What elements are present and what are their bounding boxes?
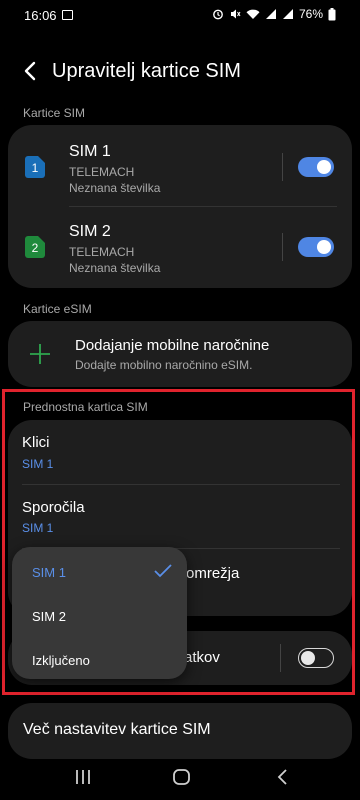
calls-value: SIM 1 (22, 457, 54, 471)
header: Upravitelj kartice SIM (0, 50, 360, 92)
sim2-number: Neznana številka (69, 261, 161, 275)
sim1-card-icon: 1 (25, 156, 45, 178)
sim2-toggle[interactable] (298, 237, 334, 257)
messages-row[interactable]: Sporočila SIM 1 (8, 485, 352, 547)
check-icon (154, 564, 172, 578)
status-time: 16:06 (24, 8, 57, 23)
gallery-notification-icon (62, 10, 73, 20)
signal-sim1-icon (265, 9, 276, 19)
battery-icon (328, 7, 336, 20)
sim-row-2[interactable]: 2 SIM 2 TELEMACH Neznana številka (8, 207, 352, 287)
mute-icon (230, 9, 241, 19)
dropdown-option-label: SIM 1 (32, 565, 66, 580)
dropdown-option-off[interactable]: Izključeno (12, 637, 187, 681)
plus-icon (30, 344, 50, 364)
sim2-badge-number: 2 (32, 241, 39, 255)
signal-sim2-icon (282, 9, 293, 19)
sim-row-1[interactable]: 1 SIM 1 TELEMACH Neznana številka (8, 127, 352, 207)
mobile-data-title-partial: atkov (184, 649, 220, 666)
section-label-esim: Kartice eSIM (23, 302, 92, 316)
section-label-sim-cards: Kartice SIM (23, 106, 86, 120)
toggle-separator (282, 233, 283, 261)
calls-title: Klici (22, 434, 50, 451)
page-title: Upravitelj kartice SIM (52, 60, 241, 82)
sim1-toggle[interactable] (298, 157, 334, 177)
sim1-name: SIM 1 (69, 143, 111, 160)
dropdown-option-sim2[interactable]: SIM 2 (12, 593, 187, 637)
sim1-number: Neznana številka (69, 181, 161, 195)
more-sim-settings-label: Več nastavitev kartice SIM (23, 721, 211, 738)
mobile-data-toggle[interactable] (298, 648, 334, 668)
add-esim-card[interactable]: Dodajanje mobilne naročnine Dodajte mobi… (8, 321, 352, 387)
sim2-name: SIM 2 (69, 223, 111, 240)
status-icons: 76% (212, 7, 336, 21)
sim1-carrier: TELEMACH (69, 165, 135, 179)
messages-value: SIM 1 (22, 521, 54, 535)
sim-cards-card: 1 SIM 1 TELEMACH Neznana številka 2 SIM … (8, 125, 352, 288)
sim1-badge-number: 1 (32, 161, 39, 175)
sim2-card-icon: 2 (25, 236, 45, 258)
navigation-bar (0, 752, 360, 800)
sim2-carrier: TELEMACH (69, 245, 135, 259)
back-nav-icon[interactable] (272, 766, 294, 788)
battery-percent: 76% (298, 7, 323, 21)
more-sim-settings[interactable]: Več nastavitev kartice SIM (8, 703, 352, 759)
toggle-separator (282, 153, 283, 181)
network-row-title-partial: omrežja (186, 565, 240, 582)
dropdown-option-sim1[interactable]: SIM 1 (12, 549, 187, 593)
back-arrow-icon[interactable] (18, 58, 44, 84)
home-icon[interactable] (171, 766, 193, 788)
alarm-icon (213, 9, 223, 20)
add-esim-subtitle: Dodajte mobilno naročnino eSIM. (75, 358, 253, 372)
wifi-icon (246, 9, 260, 19)
status-bar: 16:06 76% (0, 0, 360, 32)
calls-row[interactable]: Klici SIM 1 (8, 420, 352, 484)
add-esim-title: Dodajanje mobilne naročnine (75, 337, 270, 354)
dropdown-option-label: Izključeno (32, 653, 90, 668)
toggle-separator (280, 644, 281, 672)
recent-apps-icon[interactable] (72, 766, 94, 788)
messages-title: Sporočila (22, 499, 85, 516)
section-label-preferred: Prednostna kartica SIM (23, 400, 148, 414)
sim-select-dropdown: SIM 1 SIM 2 Izključeno (12, 547, 187, 679)
dropdown-option-label: SIM 2 (32, 609, 66, 624)
